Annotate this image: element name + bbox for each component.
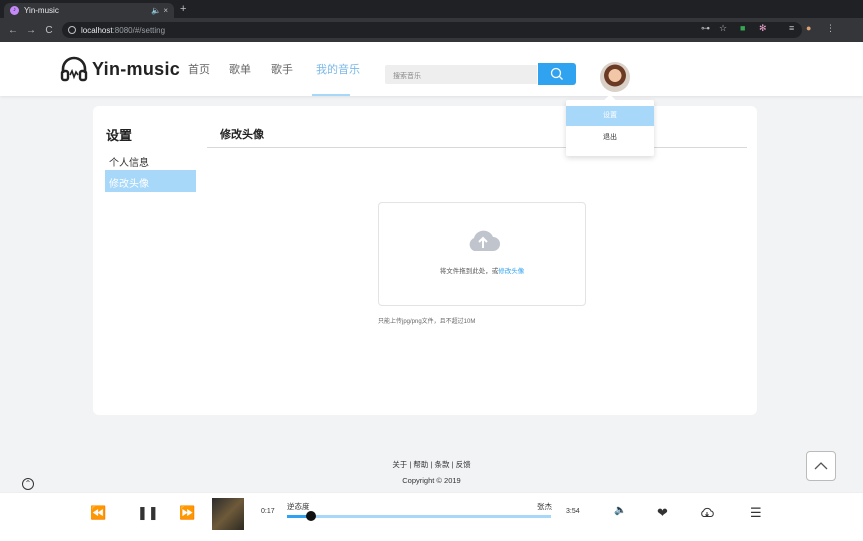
dropdown-caret: [604, 94, 616, 106]
chevron-up-icon: [814, 462, 828, 470]
tab-title: Yin-music: [24, 6, 59, 15]
reload-icon[interactable]: C: [44, 25, 54, 36]
upload-link[interactable]: 修改头像: [498, 268, 524, 275]
avatar[interactable]: [600, 62, 630, 92]
browser-tab[interactable]: ♪ Yin-music 🔈 ×: [4, 3, 174, 18]
logo[interactable]: Yin-music: [60, 56, 180, 82]
extension-icon[interactable]: ■: [740, 23, 745, 33]
upload-hint-text: 将文件拖到此处，或: [439, 268, 499, 275]
nav-singers[interactable]: 歌手: [271, 61, 293, 77]
progress-bar[interactable]: [287, 511, 551, 521]
heart-icon[interactable]: ❤: [657, 505, 668, 521]
star-icon[interactable]: ☆: [719, 23, 727, 34]
new-tab-button[interactable]: +: [180, 3, 186, 15]
extension-pinwheel-icon[interactable]: ✻: [759, 23, 767, 34]
playlist-icon[interactable]: ☰: [750, 505, 762, 521]
copyright: Copyright © 2019: [402, 476, 461, 485]
search-input[interactable]: 搜索音乐: [385, 65, 537, 84]
current-time: 0:17: [261, 508, 275, 515]
settings-card: 设置 个人信息 修改头像 修改头像 将文件拖到此处，或修改头像 只能上传jpg/…: [93, 106, 757, 415]
download-icon[interactable]: [700, 507, 714, 518]
browser-toolbar: ← → C localhost:8080/#/setting: [0, 18, 863, 42]
media-control-icon[interactable]: ≡: [789, 23, 794, 33]
nav-active-indicator: [312, 94, 350, 96]
brand-name: Yin-music: [92, 58, 181, 79]
footer-links[interactable]: 关于 | 帮助 | 条款 | 反馈: [0, 459, 863, 470]
song-title: 逆态度: [287, 502, 310, 511]
back-to-top-button[interactable]: [806, 451, 836, 481]
forward-icon[interactable]: →: [26, 25, 36, 36]
browser-tab-strip: ♪ Yin-music 🔈 × +: [0, 0, 863, 18]
next-icon[interactable]: ⏩: [179, 505, 195, 521]
section-divider: [207, 147, 747, 148]
url-path: :8080/#/setting: [112, 25, 166, 35]
tab-mute-close-icon[interactable]: 🔈 ×: [151, 6, 168, 15]
profile-icon[interactable]: ●: [806, 23, 811, 33]
sidebar-item-profile[interactable]: 个人信息: [105, 149, 196, 171]
volume-icon[interactable]: 🔈: [614, 505, 626, 516]
app-header: Yin-music 首页 歌单 歌手 我的音乐 搜索音乐: [0, 42, 863, 96]
site-info-icon[interactable]: [68, 26, 76, 34]
collapse-player-icon[interactable]: ⌃: [22, 478, 34, 490]
search-button[interactable]: [538, 63, 576, 85]
site-favicon-icon: ♪: [10, 6, 19, 15]
user-dropdown-menu: 设置 退出: [566, 94, 654, 156]
address-bar[interactable]: localhost:8080/#/setting: [62, 22, 802, 38]
nav-home[interactable]: 首页: [188, 61, 210, 77]
back-icon[interactable]: ←: [8, 25, 18, 36]
sidebar-item-avatar[interactable]: 修改头像: [105, 170, 196, 192]
headphone-icon: [60, 56, 88, 82]
previous-icon[interactable]: ⏪: [90, 505, 106, 521]
key-icon[interactable]: ⊶: [701, 23, 710, 34]
music-player-bar: ⏪ ❚❚ ⏩ 0:17 逆态度 张杰 3:54 🔈 ❤ ☰: [0, 492, 863, 541]
sidebar-title: 设置: [106, 128, 133, 143]
upload-hint: 将文件拖到此处，或修改头像: [379, 265, 585, 275]
upload-dropzone[interactable]: 将文件拖到此处，或修改头像: [378, 202, 586, 306]
cloud-upload-icon: [469, 230, 500, 251]
section-title: 修改头像: [220, 129, 264, 141]
dropdown-item-logout[interactable]: 退出: [566, 128, 654, 148]
url-host: localhost: [81, 25, 113, 35]
artist-name: 张杰: [537, 502, 552, 511]
pause-icon[interactable]: ❚❚: [137, 505, 159, 521]
album-cover[interactable]: [212, 498, 244, 530]
search-icon: [550, 67, 563, 80]
nav-my-music[interactable]: 我的音乐: [316, 61, 360, 77]
menu-icon[interactable]: ⋮: [826, 23, 835, 34]
upload-tip: 只能上传jpg/png文件，且不超过10M: [378, 319, 476, 325]
total-time: 3:54: [566, 508, 580, 515]
nav-playlists[interactable]: 歌单: [229, 61, 251, 77]
progress-handle[interactable]: [305, 511, 316, 521]
dropdown-item-settings[interactable]: 设置: [566, 106, 654, 126]
